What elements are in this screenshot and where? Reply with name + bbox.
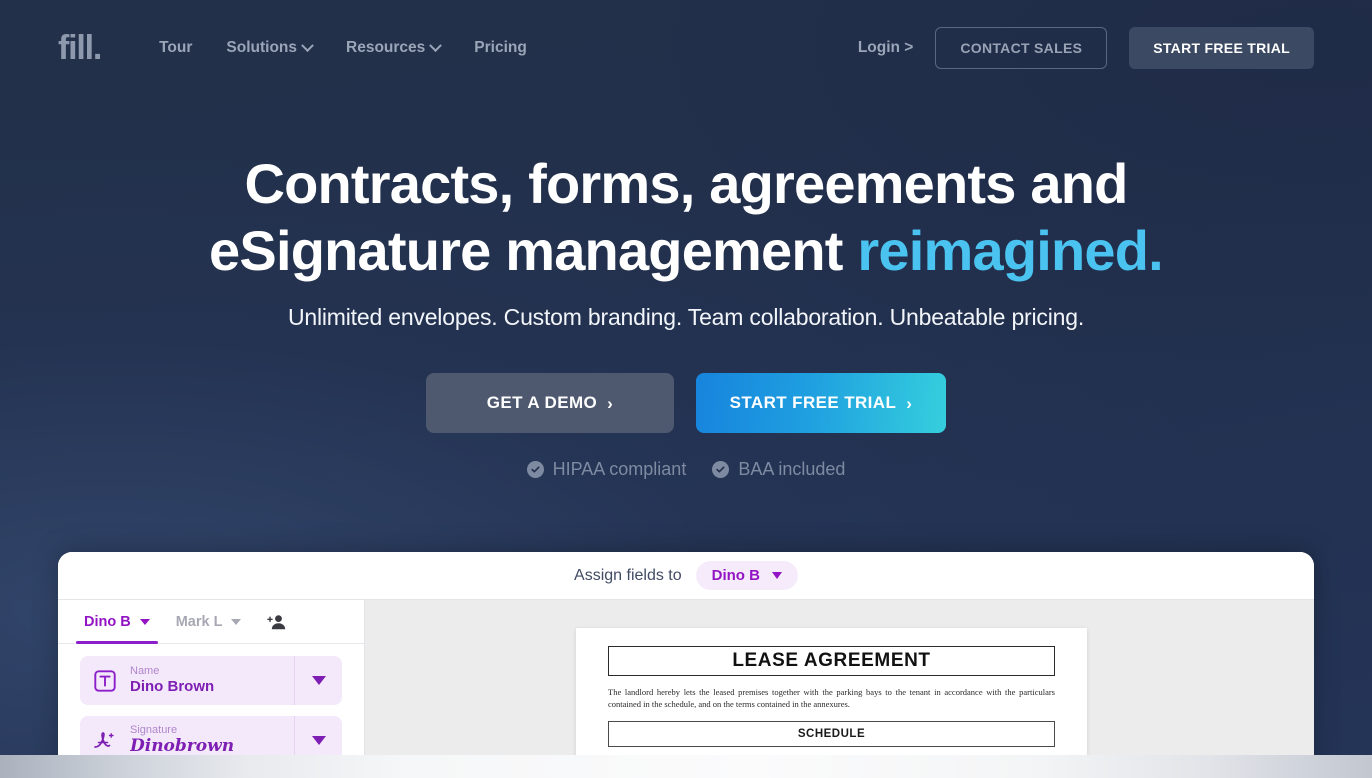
nav-item-label: Resources xyxy=(346,39,426,56)
app-header-bar: Assign fields to Dino B xyxy=(58,552,1314,600)
nav-item-pricing[interactable]: Pricing xyxy=(474,39,527,57)
chevron-right-icon: › xyxy=(607,393,614,413)
document-schedule-box: SCHEDULE xyxy=(608,720,1055,747)
recipient-tabs: Dino B Mark L xyxy=(58,600,364,644)
hero-section: Contracts, forms, agreements and eSignat… xyxy=(0,150,1372,480)
hero-headline-accent: reimagined. xyxy=(857,219,1163,283)
fields-sidebar: Dino B Mark L Name Dino Brown Signature … xyxy=(58,600,365,778)
contact-sales-button[interactable]: CONTACT SALES xyxy=(935,27,1108,69)
fill-logo[interactable]: fill. xyxy=(58,31,102,65)
app-body: Dino B Mark L Name Dino Brown Signature … xyxy=(58,600,1314,778)
signature-icon xyxy=(80,730,130,752)
document-canvas[interactable]: LEASE AGREEMENT The landlord hereby lets… xyxy=(365,600,1314,778)
chevron-down-icon xyxy=(301,38,314,52)
nav-start-free-trial-button[interactable]: START FREE TRIAL xyxy=(1129,27,1314,69)
chevron-down-icon xyxy=(311,676,326,685)
field-text-block: Signature Dinobrown xyxy=(130,724,294,757)
nav-item-tour[interactable]: Tour xyxy=(159,39,192,57)
chevron-down-icon xyxy=(771,572,782,579)
hero-headline-line1: Contracts, forms, agreements and xyxy=(244,152,1128,215)
recipient-tab-mark-l[interactable]: Mark L xyxy=(176,600,242,644)
badge-baa: BAA included xyxy=(712,459,845,480)
field-card-name[interactable]: Name Dino Brown xyxy=(80,656,342,705)
nav-item-resources[interactable]: Resources xyxy=(346,38,443,57)
login-link[interactable]: Login > xyxy=(858,39,914,57)
chevron-down-icon xyxy=(429,38,443,52)
hero-subheadline: Unlimited envelopes. Custom branding. Te… xyxy=(287,304,1085,331)
field-label: Name xyxy=(130,665,160,678)
compliance-badges: HIPAA compliant BAA included xyxy=(0,459,1372,480)
recipient-tab-dino-b[interactable]: Dino B xyxy=(76,600,158,644)
check-circle-icon xyxy=(526,461,544,479)
page-root: fill. Tour Solutions Resources Pricing L… xyxy=(0,0,1372,778)
text-field-icon xyxy=(80,669,130,692)
nav-item-label: Tour xyxy=(159,39,193,56)
nav-actions: Login > CONTACT SALES START FREE TRIAL xyxy=(858,27,1314,69)
start-free-trial-button[interactable]: START FREE TRIAL › xyxy=(696,373,946,434)
document-paragraph: The landlord hereby lets the leased prem… xyxy=(608,687,1055,710)
nav-item-solutions[interactable]: Solutions xyxy=(226,38,314,57)
document-title-box: LEASE AGREEMENT xyxy=(608,646,1055,676)
assigned-fields-list: Name Dino Brown Signature Dinobrown xyxy=(58,644,364,765)
hero-headline-line2: eSignature management xyxy=(209,219,858,283)
recipient-tab-label: Mark L xyxy=(175,613,223,630)
nav-item-label: Solutions xyxy=(226,39,298,56)
field-value: Dino Brown xyxy=(130,678,215,696)
badge-label: HIPAA compliant xyxy=(552,459,687,480)
field-card-signature[interactable]: Signature Dinobrown xyxy=(80,716,342,765)
primary-nav: Tour Solutions Resources Pricing xyxy=(159,38,527,57)
get-a-demo-button[interactable]: GET A DEMO › xyxy=(426,373,674,434)
field-label: Signature xyxy=(130,724,178,737)
field-options-dropdown[interactable] xyxy=(294,656,342,705)
field-value: Dinobrown xyxy=(130,737,235,757)
recipient-tab-label: Dino B xyxy=(84,613,131,630)
assign-fields-label: Assign fields to xyxy=(574,566,682,584)
hero-cta-row: GET A DEMO › START FREE TRIAL › xyxy=(0,373,1372,434)
document-page[interactable]: LEASE AGREEMENT The landlord hereby lets… xyxy=(576,628,1087,778)
app-preview-window: Assign fields to Dino B Dino B Mark L Na… xyxy=(58,552,1314,778)
field-text-block: Name Dino Brown xyxy=(130,665,294,695)
document-title: LEASE AGREEMENT xyxy=(732,650,931,671)
document-schedule-heading: SCHEDULE xyxy=(797,727,866,740)
assignee-dropdown[interactable]: Dino B xyxy=(695,561,798,590)
nav-item-label: Pricing xyxy=(474,39,527,56)
hero-headline: Contracts, forms, agreements and eSignat… xyxy=(0,150,1372,284)
get-a-demo-label: GET A DEMO xyxy=(486,393,598,413)
badge-label: BAA included xyxy=(738,459,846,480)
chevron-down-icon xyxy=(231,618,242,625)
chevron-down-icon xyxy=(139,618,150,625)
add-person-icon[interactable] xyxy=(267,614,286,630)
assignee-name: Dino B xyxy=(711,567,760,584)
badge-hipaa: HIPAA compliant xyxy=(526,459,687,480)
chevron-down-icon xyxy=(311,736,326,745)
check-circle-icon xyxy=(712,461,730,479)
start-free-trial-label: START FREE TRIAL xyxy=(729,393,897,413)
chevron-right-icon: › xyxy=(906,393,913,413)
top-navbar: fill. Tour Solutions Resources Pricing L… xyxy=(0,0,1372,96)
field-options-dropdown[interactable] xyxy=(294,716,342,765)
